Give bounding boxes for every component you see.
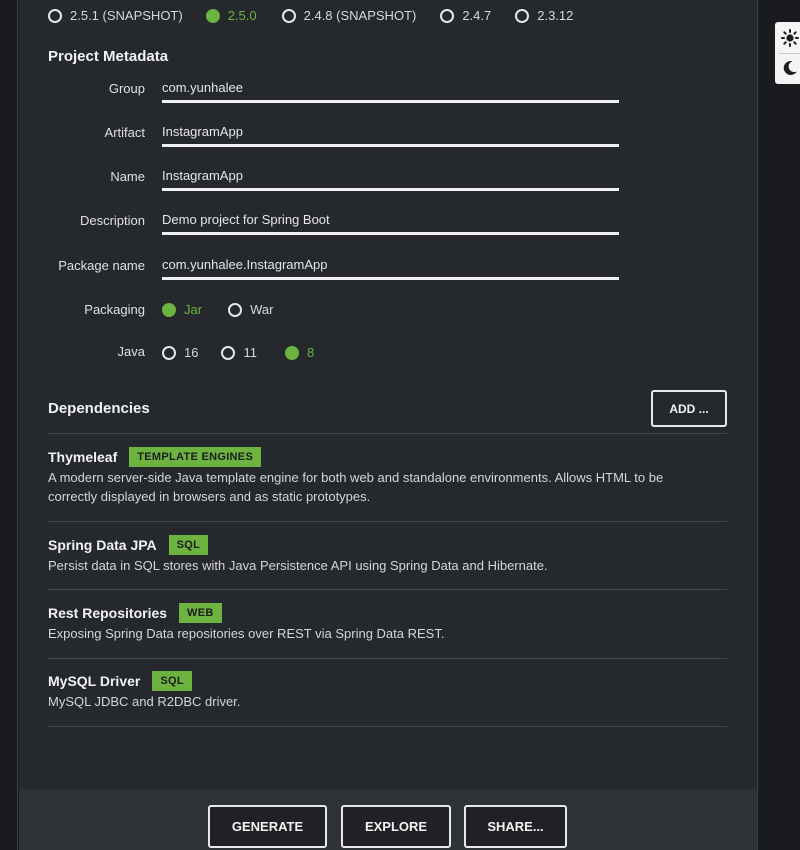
packaging-radio-jar[interactable]: Jar: [162, 302, 202, 317]
divider: [48, 658, 727, 659]
radio-circle-icon: [221, 345, 236, 360]
dependency-badge: TEMPLATE ENGINES: [129, 447, 262, 467]
dependency-badge: WEB: [179, 603, 222, 623]
java-radio-16[interactable]: 16: [162, 345, 198, 360]
divider: [48, 433, 727, 434]
dependency-name: Thymeleaf: [48, 449, 118, 465]
boot-version-label: 2.5.1 (SNAPSHOT): [70, 8, 183, 23]
field-label-group: Group: [108, 81, 145, 96]
dependency-description: A modern server-side Java template engin…: [48, 470, 664, 504]
share-button[interactable]: SHARE...: [464, 805, 567, 848]
radio-circle-icon: [228, 302, 243, 317]
dependency-description: Persist data in SQL stores with Java Per…: [48, 558, 548, 573]
divider: [48, 589, 727, 590]
java-label: 16: [184, 345, 199, 360]
radio-circle-icon: [162, 345, 176, 360]
section-title-dependencies: Dependencies: [48, 400, 150, 417]
boot-version-radio-3[interactable]: 2.4.7: [440, 8, 491, 23]
java-radio-11[interactable]: 11: [221, 345, 257, 360]
dependency-title: Spring Data JPA SQL: [48, 535, 209, 555]
radio-checked-icon: [205, 8, 220, 23]
dependency-title: Rest Repositories WEB: [48, 603, 222, 623]
java-radio-8[interactable]: 8: [284, 345, 315, 360]
dependency-title: Thymeleaf TEMPLATE ENGINES: [48, 447, 262, 467]
dependency-title: MySQL Driver SQL: [48, 671, 192, 691]
dependency-description: Exposing Spring Data repositories over R…: [48, 626, 445, 641]
dark-theme-button[interactable]: [779, 55, 800, 81]
generate-button[interactable]: GENERATE: [208, 805, 327, 848]
add-dependencies-button[interactable]: ADD ...: [651, 390, 727, 427]
section-title-metadata: Project Metadata: [48, 48, 169, 65]
divider: [48, 726, 727, 727]
light-theme-button[interactable]: [779, 25, 800, 51]
boot-version-radio-2[interactable]: 2.4.8 (SNAPSHOT): [281, 8, 417, 23]
boot-version-radio-4[interactable]: 2.3.12: [515, 8, 573, 23]
radio-circle-icon: [48, 8, 62, 23]
right-gutter: [757, 0, 800, 850]
field-label-name: Name: [110, 169, 145, 184]
boot-version-radio-0[interactable]: 2.5.1 (SNAPSHOT): [48, 8, 183, 23]
radio-checked-icon: [284, 345, 299, 360]
java-label: 8: [306, 345, 315, 360]
boot-version-label: 2.3.12: [537, 8, 574, 23]
dependency-name: MySQL Driver: [48, 673, 141, 689]
package-name-input[interactable]: com.yunhalee.InstagramApp: [162, 250, 619, 280]
left-gutter: [0, 0, 18, 850]
dependency-description: MySQL JDBC and R2DBC driver.: [48, 694, 241, 709]
field-label-artifact: Artifact: [104, 125, 145, 140]
dependency-badge: SQL: [152, 671, 192, 691]
java-group: 16 11 8: [162, 345, 314, 360]
boot-version-radio-1[interactable]: 2.5.0: [205, 8, 257, 23]
dependency-badge: SQL: [168, 535, 209, 555]
explore-button[interactable]: EXPLORE: [341, 805, 451, 848]
field-label-java: Java: [117, 344, 145, 359]
field-label-description: Description: [79, 213, 145, 228]
theme-divider: [779, 53, 800, 54]
name-input[interactable]: InstagramApp: [162, 161, 619, 191]
java-label: 11: [243, 345, 257, 360]
divider: [48, 521, 727, 522]
group-input[interactable]: com.yunhalee: [162, 73, 619, 103]
dependency-name: Spring Data JPA: [48, 537, 157, 553]
boot-version-label: 2.4.7: [462, 8, 492, 23]
packaging-label: War: [250, 302, 274, 317]
action-footer: GENERATE EXPLORE SHARE...: [19, 789, 757, 850]
dependency-name: Rest Repositories: [48, 605, 168, 621]
moon-icon: [783, 60, 797, 75]
theme-switcher: [775, 22, 800, 84]
radio-checked-icon: [162, 302, 176, 317]
artifact-input[interactable]: InstagramApp: [162, 117, 619, 147]
radio-circle-icon: [515, 8, 530, 23]
sun-icon: [781, 29, 799, 47]
packaging-label: Jar: [184, 302, 203, 317]
boot-version-label: 2.5.0: [227, 8, 257, 23]
description-input[interactable]: Demo project for Spring Boot: [162, 205, 619, 235]
boot-version-label: 2.4.8 (SNAPSHOT): [303, 8, 417, 23]
packaging-radio-war[interactable]: War: [228, 302, 273, 317]
main-panel: 2.5.1 (SNAPSHOT) 2.5.0 2.4.8 (SNAPSHOT) …: [19, 0, 757, 850]
radio-circle-icon: [440, 8, 455, 23]
field-label-package-name: Package name: [58, 258, 145, 273]
packaging-group: Jar War: [162, 302, 273, 317]
field-label-packaging: Packaging: [84, 302, 145, 317]
radio-circle-icon: [281, 8, 296, 23]
boot-version-group: 2.5.1 (SNAPSHOT) 2.5.0 2.4.8 (SNAPSHOT) …: [48, 8, 573, 23]
